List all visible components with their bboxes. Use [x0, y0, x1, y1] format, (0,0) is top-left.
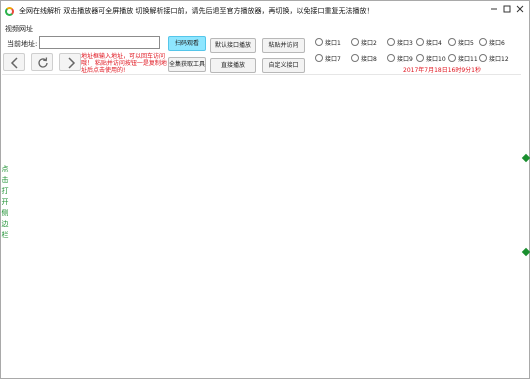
url-input[interactable]: [39, 36, 160, 49]
radio-circle: [479, 38, 487, 46]
usage-note: 地址框输入地址，可以回车访问哦！ 粘贴并访问按钮一是复制地址后点击使用的!: [81, 53, 167, 74]
app-logo-icon: [5, 7, 14, 16]
radio-circle: [315, 54, 323, 62]
direct-play-button[interactable]: 直接播放: [210, 58, 256, 73]
right-edge-strip: [521, 74, 529, 378]
current-datetime: 2017年7月18日16时9分1秒: [403, 67, 481, 74]
forward-button[interactable]: [59, 53, 81, 71]
menu-item-video-url[interactable]: 视频网址: [5, 24, 33, 34]
full-episode-tool-button[interactable]: 全集获取工具: [168, 57, 206, 72]
back-arrow-icon: [10, 57, 18, 69]
custom-interface-button[interactable]: 自定义接口: [262, 58, 305, 73]
title-bar: 全网在线解析 双击播放器可全屏播放 切换解析接口前，请先后退至官方播放器，再切换…: [1, 1, 529, 21]
minimize-button[interactable]: [488, 4, 500, 16]
scan-watch-button[interactable]: 扫码观看: [168, 36, 206, 51]
radio-circle: [351, 38, 359, 46]
maximize-icon: [503, 5, 511, 13]
menu-bar: 视频网址: [1, 22, 529, 34]
refresh-icon: [38, 57, 48, 68]
radio-circle: [448, 38, 456, 46]
forward-arrow-icon: [68, 57, 76, 69]
radio-circle: [387, 54, 395, 62]
app-window: 全网在线解析 双击播放器可全屏播放 切换解析接口前，请先后退至官方播放器，再切换…: [0, 0, 530, 379]
minimize-icon: [491, 8, 497, 10]
radio-circle: [351, 54, 359, 62]
paste-and-visit-button[interactable]: 粘贴并访问: [262, 38, 305, 53]
radio-circle: [448, 54, 456, 62]
radio-circle: [416, 54, 424, 62]
default-interface-play-button[interactable]: 默认接口播放: [210, 38, 256, 53]
close-icon: [516, 5, 524, 13]
refresh-button[interactable]: [31, 53, 53, 71]
back-button[interactable]: [3, 53, 25, 71]
radio-circle: [416, 38, 424, 46]
url-label: 当前地址:: [7, 40, 38, 48]
radio-circle: [315, 38, 323, 46]
window-title: 全网在线解析 双击播放器可全屏播放 切换解析接口前，请先后退至官方播放器，再切换…: [19, 7, 374, 15]
browser-content-area[interactable]: [2, 74, 521, 378]
radio-circle: [387, 38, 395, 46]
close-button[interactable]: [514, 4, 526, 16]
radio-circle: [479, 54, 487, 62]
maximize-button[interactable]: [501, 4, 513, 16]
side-panel-label[interactable]: 点击打开侧边栏: [1, 164, 9, 241]
